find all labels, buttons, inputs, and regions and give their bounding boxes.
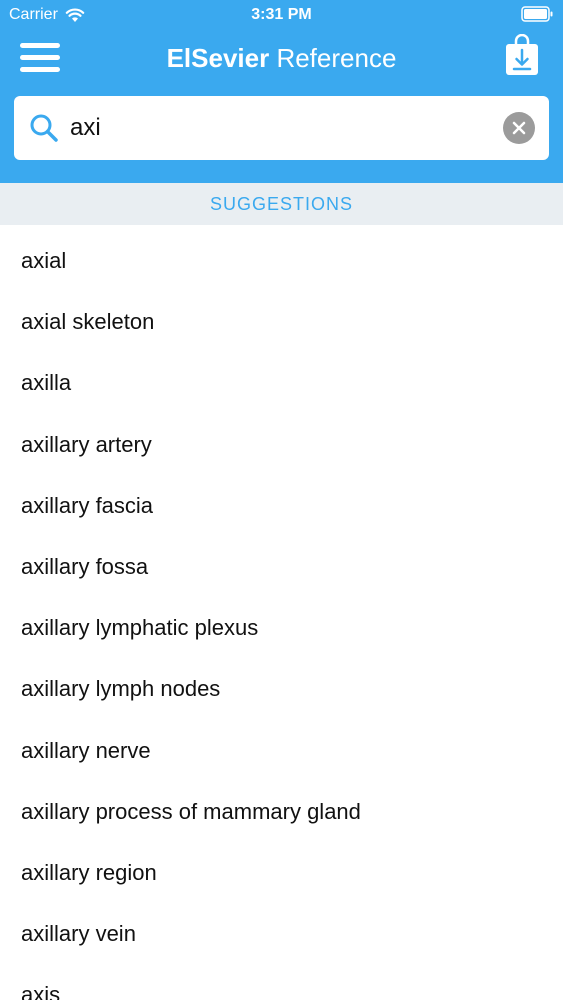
suggestions-section-header: SUGGESTIONS — [0, 183, 563, 225]
download-bag-icon[interactable] — [505, 34, 539, 76]
search-icon — [30, 114, 58, 142]
clear-x-icon — [512, 121, 526, 135]
status-time: 3:31 PM — [251, 6, 312, 23]
suggestion-item[interactable]: axillary vein — [0, 898, 563, 959]
app-title: ElSevier Reference — [0, 30, 563, 86]
suggestion-item[interactable]: axilla — [0, 347, 563, 408]
suggestion-item[interactable]: axillary fascia — [0, 470, 563, 531]
navigation-bar: ElSevier Reference — [0, 30, 563, 86]
search-input[interactable] — [70, 108, 490, 148]
suggestion-item[interactable]: axillary fossa — [0, 531, 563, 592]
suggestion-item[interactable]: axillary nerve — [0, 715, 563, 776]
app-header: Carrier 3:31 PM ElSevier Reference — [0, 0, 563, 183]
suggestion-item[interactable]: axillary lymphatic plexus — [0, 592, 563, 653]
suggestion-item[interactable]: axillary region — [0, 837, 563, 898]
suggestion-item[interactable]: axis — [0, 959, 563, 1000]
suggestion-list: axial axial skeleton axilla axillary artery… — [0, 225, 563, 1000]
suggestion-item[interactable]: axillary lymph nodes — [0, 653, 563, 714]
app-title-brand: ElSevier — [166, 43, 270, 73]
suggestion-item[interactable]: axillary artery — [0, 409, 563, 470]
status-bar: Carrier 3:31 PM — [0, 0, 563, 30]
clear-icon[interactable] — [503, 112, 535, 144]
suggestion-item[interactable]: axial skeleton — [0, 286, 563, 347]
battery-icon — [521, 6, 553, 22]
app-title-rest: Reference — [269, 43, 397, 73]
suggestion-item[interactable]: axial — [0, 225, 563, 286]
suggestion-item[interactable]: axillary process of mammary gland — [0, 776, 563, 837]
search-box — [14, 96, 549, 160]
